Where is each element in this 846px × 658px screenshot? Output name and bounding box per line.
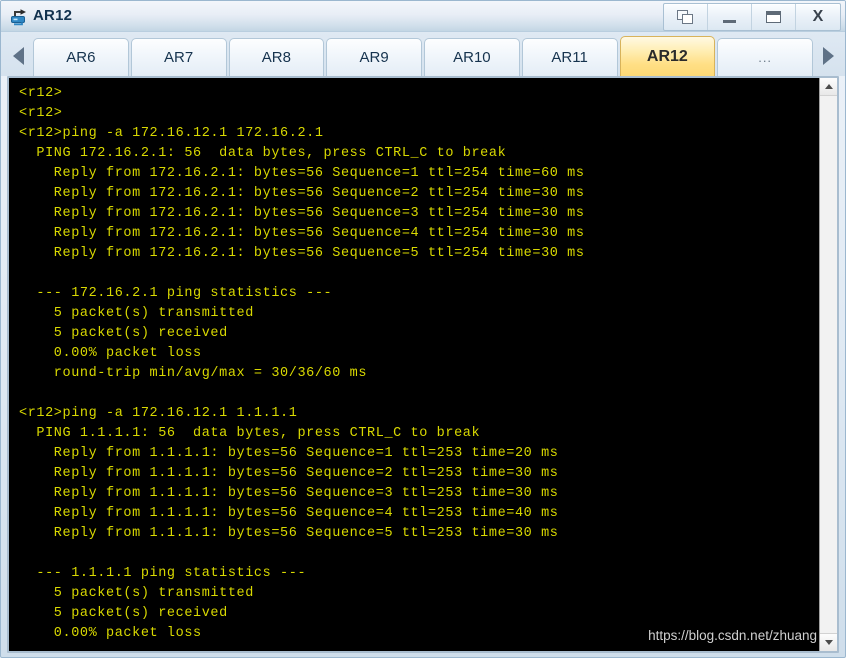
scroll-down-button[interactable] [820, 633, 837, 651]
tab-bar: AR6 AR7 AR8 AR9 AR10 AR11 AR12... [1, 32, 845, 76]
terminal-line: 5 packet(s) transmitted [19, 306, 254, 321]
tab-scroll-right-button[interactable] [813, 36, 843, 76]
chevron-down-icon [824, 640, 833, 645]
minimize-icon [723, 20, 736, 23]
terminal-line: Reply from 172.16.2.1: bytes=56 Sequence… [19, 186, 585, 201]
terminal-panel: <r12> <r12> <r12>ping -a 172.16.12.1 172.1… [7, 76, 839, 653]
tab-list: AR6 AR7 AR8 AR9 AR10 AR11 AR12... [33, 36, 813, 76]
terminal-line: Reply from 1.1.1.1: bytes=56 Sequence=3 … [19, 486, 559, 501]
scrollbar-track[interactable] [820, 96, 837, 633]
tab-label: AR9 [359, 49, 389, 66]
terminal-line: <r12>ping -a 172.16.12.1 1.1.1.1 [19, 406, 298, 421]
tab-label: ... [758, 50, 773, 65]
tab-ar7[interactable]: AR7 [130, 38, 227, 76]
tab-ar6[interactable]: AR6 [33, 38, 129, 76]
terminal-line: Reply from 1.1.1.1: bytes=56 Sequence=4 … [19, 506, 559, 521]
tab-ar10[interactable]: AR10 [424, 38, 520, 76]
tab-ar9[interactable]: AR9 [326, 38, 422, 76]
close-icon: X [812, 8, 824, 25]
terminal-line: <r12>ping -a 172.16.12.1 172.16.2.1 [19, 126, 324, 141]
terminal-line: Reply from 172.16.2.1: bytes=56 Sequence… [19, 226, 585, 241]
terminal-line: 5 packet(s) transmitted [19, 586, 254, 601]
maximize-icon [766, 11, 781, 23]
tab-moremoremore[interactable]: ... [717, 38, 813, 76]
window-title: AR12 [33, 7, 73, 24]
terminal-line: Reply from 172.16.2.1: bytes=56 Sequence… [19, 246, 585, 261]
terminal-line: Reply from 1.1.1.1: bytes=56 Sequence=2 … [19, 466, 559, 481]
restore-button[interactable] [664, 4, 708, 30]
terminal-line: 0.00% packet loss [19, 626, 202, 641]
title-bar: AR12 X [1, 1, 845, 32]
close-button[interactable]: X [796, 4, 840, 30]
terminal-line: 0.00% packet loss [19, 346, 202, 361]
terminal-line: PING 1.1.1.1: 56 data bytes, press CTRL_… [19, 426, 481, 441]
terminal-line: 5 packet(s) received [19, 326, 228, 341]
router-icon [9, 6, 29, 26]
terminal-line: Reply from 1.1.1.1: bytes=56 Sequence=1 … [19, 446, 559, 461]
terminal-line: <r12> [19, 86, 63, 101]
terminal-line: round-trip min/avg/max = 30/36/60 ms [19, 366, 368, 381]
terminal-output[interactable]: <r12> <r12> <r12>ping -a 172.16.12.1 172.1… [9, 78, 819, 651]
restore-icon [677, 9, 694, 25]
tab-label: AR8 [261, 49, 291, 66]
app-window: AR12 X AR6 AR7 AR8 AR9 AR10 AR11 AR12... < [0, 0, 846, 658]
chevron-up-icon [824, 84, 833, 89]
tab-ar12[interactable]: AR12 [619, 36, 716, 76]
terminal-line: --- 1.1.1.1 ping statistics --- [19, 566, 307, 581]
tab-ar8[interactable]: AR8 [228, 38, 325, 76]
minimize-button[interactable] [708, 4, 752, 30]
tab-label: AR12 [646, 47, 688, 65]
chevron-right-icon [822, 47, 834, 65]
scroll-up-button[interactable] [820, 78, 837, 96]
terminal-line: Reply from 172.16.2.1: bytes=56 Sequence… [19, 166, 585, 181]
terminal-line: <r12> [19, 106, 63, 121]
terminal-line: Reply from 172.16.2.1: bytes=56 Sequence… [19, 206, 585, 221]
tab-label: AR6 [66, 49, 96, 66]
window-controls: X [663, 3, 841, 31]
terminal-line: 5 packet(s) received [19, 606, 228, 621]
terminal-line: --- 172.16.2.1 ping statistics --- [19, 286, 333, 301]
tab-label: AR10 [453, 49, 491, 66]
terminal-line: PING 172.16.2.1: 56 data bytes, press CT… [19, 146, 507, 161]
maximize-button[interactable] [752, 4, 796, 30]
tab-ar11[interactable]: AR11 [521, 38, 618, 76]
chevron-left-icon [12, 47, 24, 65]
terminal-scrollbar[interactable] [819, 78, 837, 651]
terminal-line: Reply from 1.1.1.1: bytes=56 Sequence=5 … [19, 526, 559, 541]
tab-label: AR11 [551, 49, 588, 66]
tab-label: AR7 [164, 49, 194, 66]
tab-scroll-left-button[interactable] [3, 36, 33, 76]
